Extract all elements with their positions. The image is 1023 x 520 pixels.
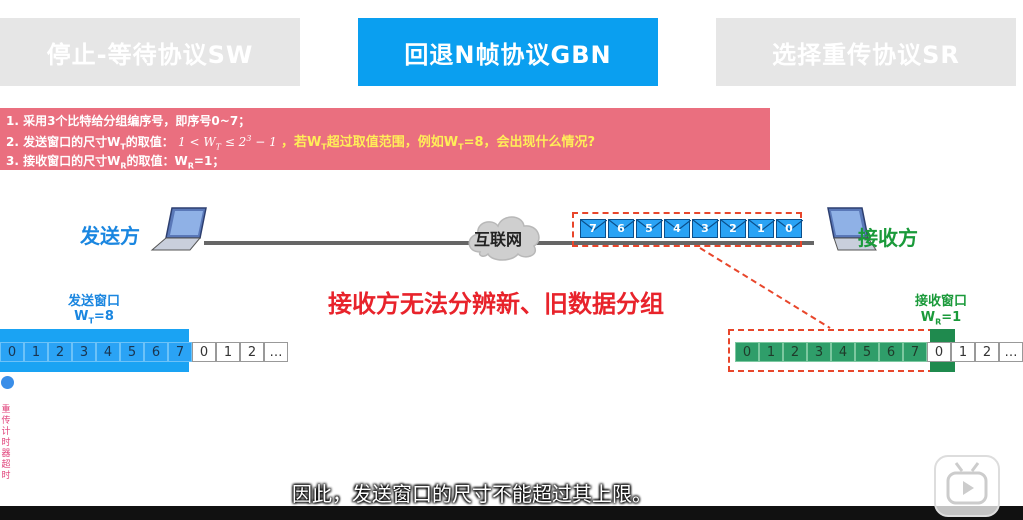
receive-seq-cell: 5 [855,342,879,362]
receive-seq-cell: 3 [807,342,831,362]
send-seq-cell: … [264,342,288,362]
receive-window-size: WR=1 [896,310,986,327]
packet-number: 5 [645,222,653,235]
subtitle: 因此，发送窗口的尺寸不能超过其上限。 [292,482,652,506]
send-seq-cell: 1 [24,342,48,362]
receive-seq-cell: 4 [831,342,855,362]
send-seq-cell: 0 [0,342,24,362]
send-seq-cell: 3 [72,342,96,362]
send-seq-cell: 2 [240,342,264,362]
play-icon [946,462,988,505]
receive-seq-cell: 0 [735,342,759,362]
receive-seq-cell: … [999,342,1023,362]
send-seq-cell: 0 [192,342,216,362]
receive-seq-cell: 1 [951,342,975,362]
receive-window-size-value: =1 [941,310,962,325]
send-window-size-value: =8 [93,309,114,324]
receive-seq-cell: 2 [975,342,999,362]
receive-seq-cell: 7 [903,342,927,362]
timer-icon [1,376,14,389]
send-window-size-prefix: W [74,309,89,324]
bottom-bar [0,506,1023,520]
play-button[interactable] [934,455,1000,517]
timer-label: 重传计时器超时 [1,405,11,481]
send-seq-cell: 4 [96,342,120,362]
send-seq-cell: 7 [168,342,192,362]
receive-seq-cell: 2 [783,342,807,362]
packet-number: 3 [701,222,709,235]
send-seq-cell: 1 [216,342,240,362]
send-seq-cell: 6 [144,342,168,362]
receive-seq-cell: 6 [879,342,903,362]
send-window-title: 发送窗口 [67,294,120,309]
receive-window-size-prefix: W [920,310,936,325]
receive-window-title: 接收窗口 [914,294,967,309]
packet-number: 7 [589,222,597,235]
receive-seq-cell: 1 [759,342,783,362]
connector-arrow [699,247,831,329]
packet-number: 6 [617,222,625,235]
send-seq-cell: 2 [48,342,72,362]
warning-text: 接收方无法分辨新、旧数据分组 [328,290,664,318]
send-window-size: WT=8 [46,309,142,326]
send-seq-cell: 5 [120,342,144,362]
packet-number: 0 [785,222,793,235]
packet-number: 1 [757,222,765,235]
packet-number: 2 [729,222,737,235]
receive-seq-cell: 0 [927,342,951,362]
packet-number: 4 [673,222,681,235]
